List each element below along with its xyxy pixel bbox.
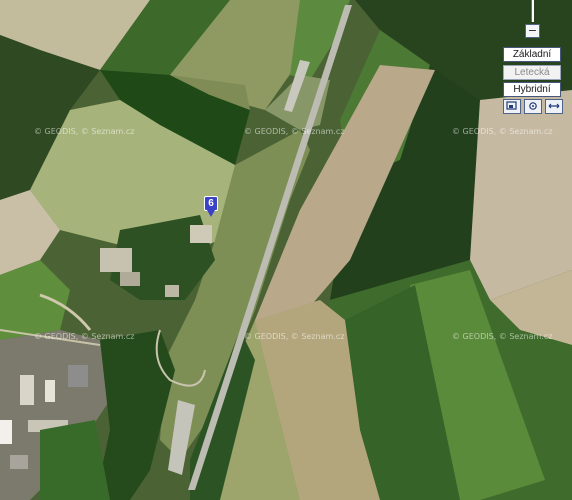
- map-view[interactable]: © GEODIS, © Seznam.cz © GEODIS, © Seznam…: [0, 0, 572, 500]
- center-icon[interactable]: [524, 99, 542, 114]
- aerial-terrain: [0, 0, 572, 500]
- fullscreen-icon[interactable]: [503, 99, 521, 114]
- zoom-out-button[interactable]: −: [525, 24, 540, 38]
- marker-pointer-icon: [207, 210, 215, 217]
- map-marker[interactable]: 6: [204, 196, 218, 218]
- map-type-basic-button[interactable]: Základní: [503, 47, 561, 62]
- expand-icon[interactable]: [545, 99, 563, 114]
- copyright-watermark: © GEODIS, © Seznam.cz: [452, 332, 553, 341]
- map-type-aerial-button[interactable]: Letecká: [503, 65, 561, 80]
- map-type-hybrid-button[interactable]: Hybridní: [503, 82, 561, 97]
- marker-label: 6: [204, 196, 218, 211]
- copyright-watermark: © GEODIS, © Seznam.cz: [244, 332, 345, 341]
- copyright-watermark: © GEODIS, © Seznam.cz: [244, 127, 345, 136]
- copyright-watermark: © GEODIS, © Seznam.cz: [452, 127, 553, 136]
- copyright-watermark: © GEODIS, © Seznam.cz: [34, 127, 135, 136]
- copyright-watermark: © GEODIS, © Seznam.cz: [34, 332, 135, 341]
